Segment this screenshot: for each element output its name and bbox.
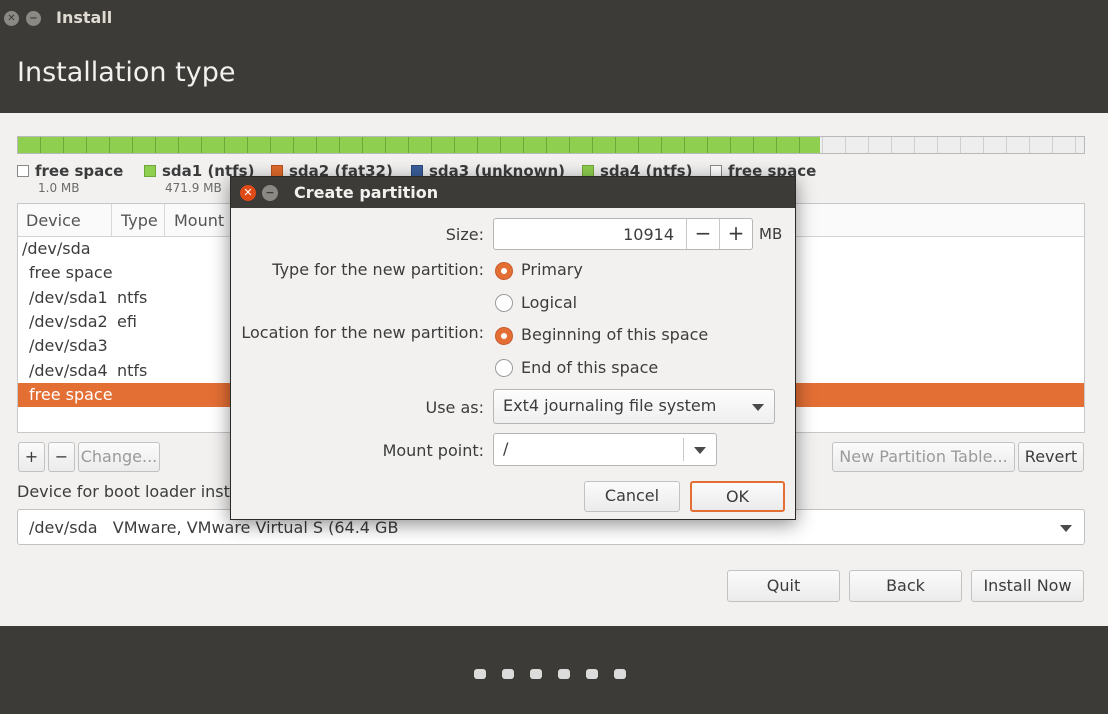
chevron-down-icon — [1060, 525, 1072, 532]
primary-label[interactable]: Primary — [521, 260, 583, 279]
back-button[interactable]: Back — [849, 570, 962, 602]
beginning-label[interactable]: Beginning of this space — [521, 325, 708, 344]
row-device: free space — [29, 263, 113, 282]
chevron-down-icon — [752, 404, 764, 411]
revert-button[interactable]: Revert — [1018, 442, 1084, 472]
decrease-size-button[interactable]: − — [686, 219, 719, 249]
logical-radio[interactable] — [495, 294, 513, 312]
row-device: /dev/sda — [22, 239, 91, 258]
mount-point-combo[interactable]: / — [493, 433, 717, 466]
quit-button[interactable]: Quit — [727, 570, 840, 602]
combo-divider — [683, 438, 684, 461]
create-partition-dialog: ✕ − Create partition Size: 10914 − + MB … — [230, 176, 796, 520]
primary-radio[interactable] — [495, 262, 513, 280]
legend-free-space: free space — [17, 162, 123, 180]
header-bar: ✕ − Install Installation type — [0, 0, 1108, 113]
end-radio[interactable] — [495, 359, 513, 377]
size-unit: MB — [759, 225, 783, 243]
use-as-label: Use as: — [425, 398, 484, 417]
beginning-radio[interactable] — [495, 327, 513, 345]
mount-point-input[interactable]: / — [503, 439, 508, 458]
legend-label: free space — [35, 162, 124, 180]
remove-partition-button[interactable]: − — [48, 442, 75, 472]
end-label[interactable]: End of this space — [521, 358, 658, 377]
progress-dot — [474, 669, 486, 679]
column-type[interactable]: Type — [121, 211, 158, 230]
close-icon[interactable]: ✕ — [4, 11, 19, 26]
dialog-title-bar: ✕ − Create partition — [231, 177, 795, 208]
progress-dot — [614, 669, 626, 679]
install-now-button[interactable]: Install Now — [971, 570, 1084, 602]
cancel-button[interactable]: Cancel — [584, 481, 680, 512]
ok-button[interactable]: OK — [690, 481, 785, 512]
row-type: ntfs — [117, 288, 148, 307]
boot-loader-value: /dev/sda VMware, VMware Virtual S (64.4 … — [29, 518, 399, 537]
add-partition-button[interactable]: + — [18, 442, 45, 472]
column-device[interactable]: Device — [26, 211, 81, 230]
legend-size: 471.9 MB — [165, 181, 222, 195]
progress-dot — [586, 669, 598, 679]
increase-size-button[interactable]: + — [719, 219, 752, 249]
use-as-select[interactable]: Ext4 journaling file system — [493, 389, 775, 424]
use-as-value: Ext4 journaling file system — [503, 396, 717, 415]
size-label: Size: — [445, 225, 484, 244]
legend-swatch — [17, 165, 29, 177]
row-device: /dev/sda3 — [29, 336, 108, 355]
dialog-title: Create partition — [294, 183, 439, 202]
legend-size: 1.0 MB — [38, 181, 80, 195]
row-type: efi — [117, 312, 137, 331]
page-title: Installation type — [17, 57, 236, 88]
size-input[interactable]: 10914 — [623, 225, 674, 244]
row-device: /dev/sda2 — [29, 312, 108, 331]
change-button[interactable]: Change... — [78, 442, 160, 472]
partition-bar-used — [18, 137, 820, 153]
size-stepper[interactable]: 10914 − + — [493, 218, 753, 250]
progress-dot — [558, 669, 570, 679]
progress-dot — [530, 669, 542, 679]
row-device: free space — [29, 385, 113, 404]
type-label: Type for the new partition: — [272, 260, 484, 279]
minimize-icon[interactable]: − — [262, 185, 278, 201]
row-device: /dev/sda1 — [29, 288, 108, 307]
chevron-down-icon[interactable] — [694, 447, 706, 454]
location-label: Location for the new partition: — [241, 323, 484, 342]
mount-point-label: Mount point: — [382, 441, 484, 460]
window-title: Install — [56, 8, 113, 27]
new-partition-table-button[interactable]: New Partition Table... — [832, 442, 1015, 472]
logical-label[interactable]: Logical — [521, 293, 577, 312]
column-divider — [111, 204, 112, 236]
close-icon[interactable]: ✕ — [240, 185, 256, 201]
legend-swatch — [144, 165, 156, 177]
row-device: /dev/sda4 — [29, 361, 108, 380]
progress-dot — [502, 669, 514, 679]
row-type: ntfs — [117, 361, 148, 380]
partition-bar — [17, 136, 1085, 154]
minimize-icon[interactable]: − — [26, 11, 41, 26]
footer-bar — [0, 626, 1108, 714]
column-divider — [164, 204, 165, 236]
column-mount[interactable]: Mount — [174, 211, 224, 230]
